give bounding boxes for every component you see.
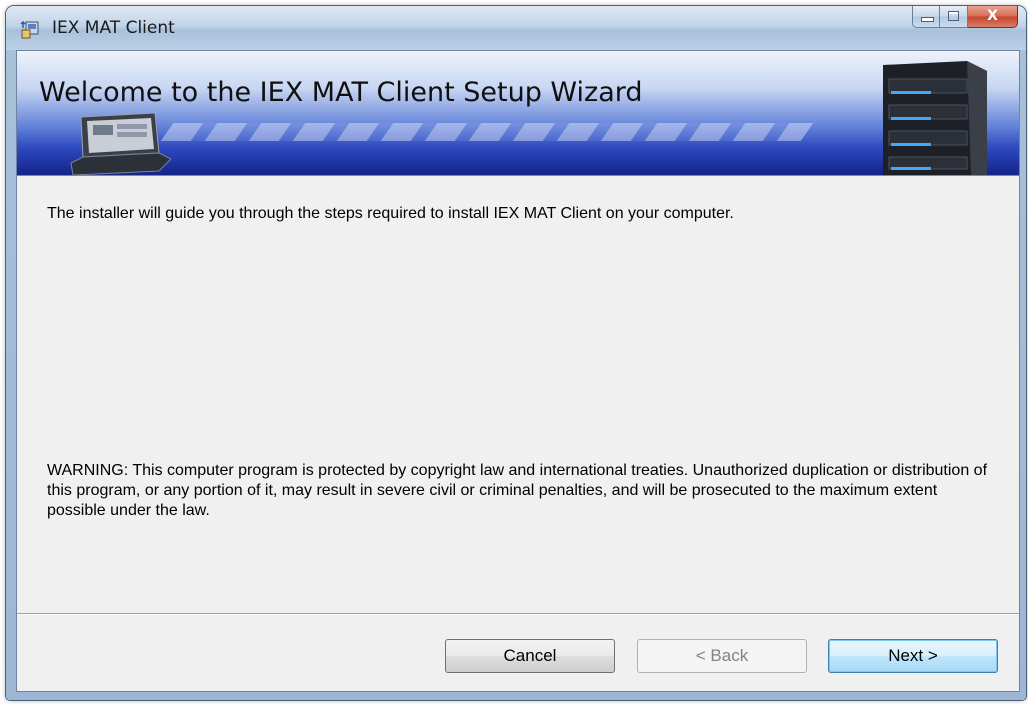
close-button[interactable]: X xyxy=(968,6,1018,28)
laptop-illustration-icon xyxy=(70,113,172,175)
copyright-warning-text: WARNING: This computer program is protec… xyxy=(47,462,988,519)
caption-buttons: X xyxy=(912,6,1018,30)
wizard-client-area: Welcome to the IEX MAT Client Setup Wiza… xyxy=(16,50,1020,692)
server-rack-icon xyxy=(883,61,987,175)
minimize-icon xyxy=(921,17,934,22)
intro-text: The installer will guide you through the… xyxy=(47,205,734,222)
maximize-button[interactable] xyxy=(940,6,968,28)
banner-streak-decoration xyxy=(160,123,814,141)
installer-app-icon xyxy=(20,20,39,39)
installer-window: IEX MAT Client X Welcome to the IEX MAT … xyxy=(6,6,1026,700)
next-button[interactable]: Next > xyxy=(828,639,998,673)
window-title: IEX MAT Client xyxy=(52,18,175,38)
banner-title: Welcome to the IEX MAT Client Setup Wiza… xyxy=(39,77,643,108)
title-bar[interactable]: IEX MAT Client X xyxy=(6,6,1026,50)
maximize-icon xyxy=(948,11,959,21)
back-button: < Back xyxy=(637,639,807,673)
footer-divider xyxy=(17,613,1019,615)
minimize-button[interactable] xyxy=(912,6,940,28)
wizard-banner: Welcome to the IEX MAT Client Setup Wiza… xyxy=(17,51,1019,176)
close-icon: X xyxy=(987,8,998,24)
cancel-button[interactable]: Cancel xyxy=(445,639,615,673)
